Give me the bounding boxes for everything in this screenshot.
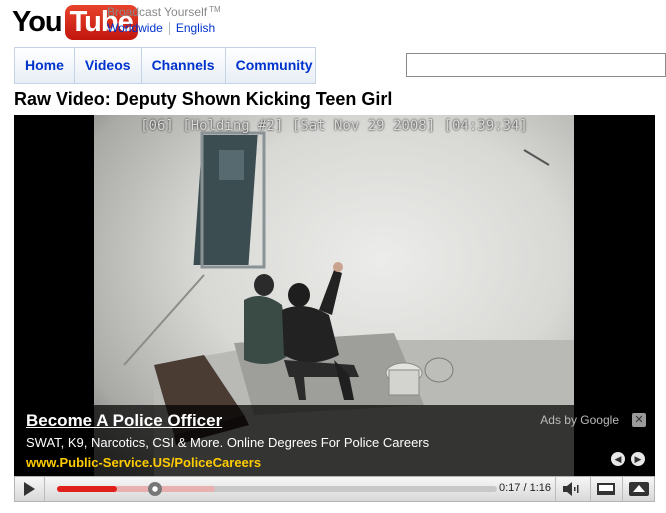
nav-videos[interactable]: Videos (75, 48, 142, 83)
tagline: Broadcast Yourself TM (107, 5, 221, 19)
nav-community[interactable]: Community (226, 48, 323, 83)
chevron-left-icon[interactable]: ◀ (611, 452, 625, 466)
ad-url-link[interactable]: www.Public-Service.US/PoliceCareers (26, 455, 261, 470)
trademark-mark: TM (209, 5, 221, 14)
video-player[interactable]: [06] [Holding #2] [Sat Nov 29 2008] [04:… (14, 115, 655, 476)
fullscreen-button[interactable] (622, 477, 654, 501)
search-input[interactable] (406, 53, 666, 77)
ad-overlay[interactable]: Become A Police Officer SWAT, K9, Narcot… (14, 405, 655, 476)
nav-home[interactable]: Home (15, 48, 75, 83)
progress-bar[interactable] (57, 482, 497, 496)
video-title: Raw Video: Deputy Shown Kicking Teen Gir… (14, 89, 393, 109)
play-button[interactable] (15, 477, 45, 501)
play-icon (24, 482, 35, 496)
ads-by-google-label[interactable]: Ads by Google (540, 413, 619, 427)
scrubber-handle[interactable] (148, 482, 163, 496)
volume-icon (562, 482, 578, 496)
locale-selector: Worldwide English (107, 21, 215, 35)
language-link[interactable]: English (176, 21, 215, 35)
logo-you-text: You (12, 5, 63, 38)
region-link[interactable]: Worldwide (107, 21, 163, 35)
played-bar (57, 486, 118, 492)
timestamp-overlay: [06] [Holding #2] [Sat Nov 29 2008] [04:… (140, 118, 528, 134)
volume-button[interactable] (555, 477, 585, 501)
time-display: 0:17 / 1:16 (499, 482, 552, 494)
close-icon[interactable]: ✕ (632, 413, 646, 427)
fullscreen-icon (628, 482, 649, 496)
screen-size-icon (596, 483, 615, 495)
ad-headline-link[interactable]: Become A Police Officer (26, 411, 222, 431)
time-current: 0:17 (499, 482, 521, 494)
tagline-text: Broadcast Yourself (107, 5, 208, 19)
ad-description: SWAT, K9, Narcotics, CSI & More. Online … (26, 435, 430, 450)
chevron-right-icon[interactable]: ▶ (631, 452, 645, 466)
nav-channels[interactable]: Channels (142, 48, 226, 83)
locale-divider (168, 22, 170, 35)
time-total: 1:16 (529, 482, 552, 494)
main-nav: Home Videos Channels Community (14, 47, 316, 84)
screen-size-button[interactable] (590, 477, 620, 501)
player-controls: 0:17 / 1:16 (14, 476, 655, 502)
